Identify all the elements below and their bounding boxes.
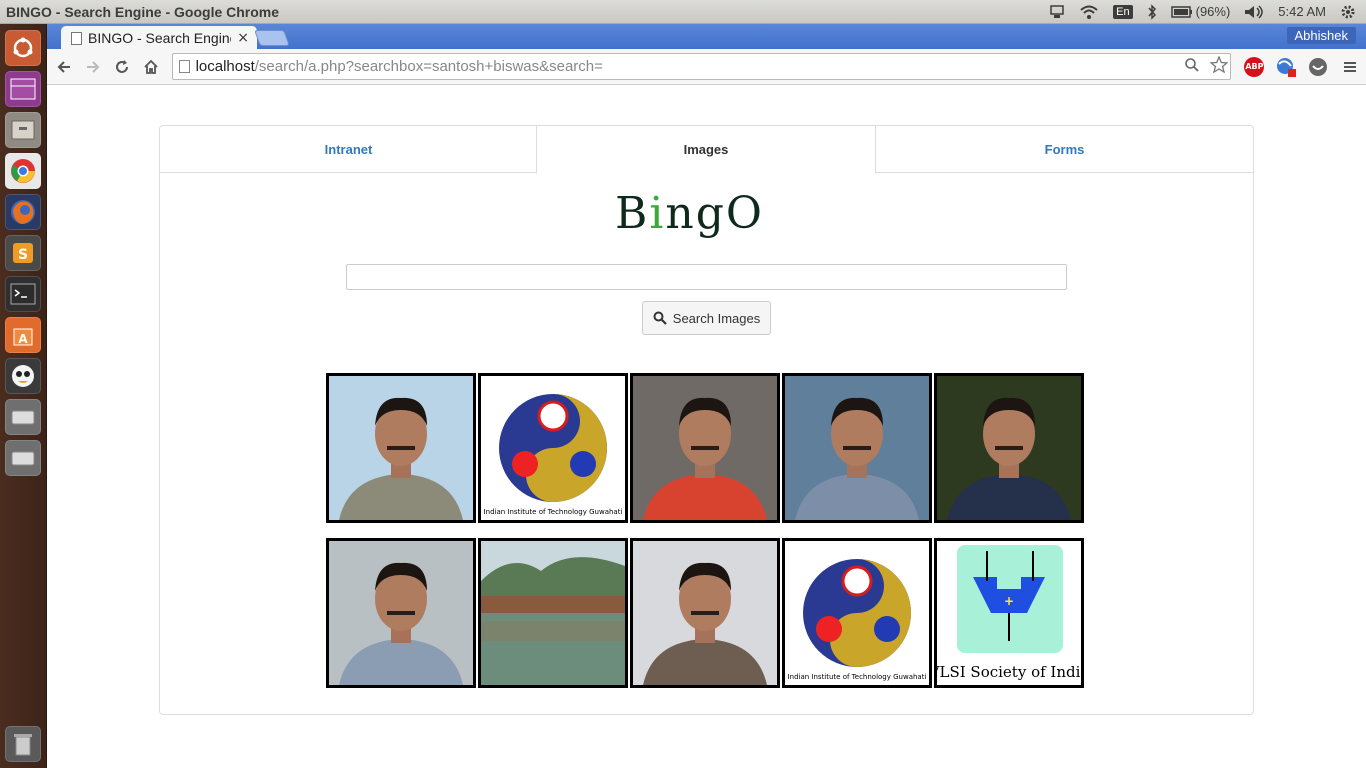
chrome-menu-button[interactable] <box>1334 53 1366 81</box>
image-search-input[interactable] <box>346 264 1067 290</box>
svg-text:Indian Institute of Technology: Indian Institute of Technology Guwahati <box>484 508 623 516</box>
svg-text:A: A <box>18 332 28 346</box>
drive-icon-2[interactable] <box>5 440 41 476</box>
system-top-panel: BINGO - Search Engine - Google Chrome En… <box>0 0 1366 24</box>
software-center-icon[interactable]: A <box>5 317 41 353</box>
browser-tab[interactable]: BINGO - Search Engine × <box>61 26 257 50</box>
drive-icon[interactable] <box>5 399 41 435</box>
search-type-tabs: Intranet Images Forms <box>160 126 1253 174</box>
browser-tab-title: BINGO - Search Engine <box>88 30 232 46</box>
image-result-8[interactable] <box>630 538 780 688</box>
clock[interactable]: 5:42 AM <box>1278 4 1326 19</box>
adblock-plus-icon: ABP <box>1244 56 1265 77</box>
trash-icon[interactable] <box>5 726 41 762</box>
image-result-7[interactable] <box>478 538 628 688</box>
network-manager-icon[interactable] <box>1049 4 1065 19</box>
battery-percent: (96%) <box>1195 4 1231 19</box>
find-in-page-icon[interactable] <box>1184 57 1204 77</box>
back-button[interactable] <box>50 53 79 81</box>
reload-button[interactable] <box>108 53 137 81</box>
image-result-6[interactable] <box>326 538 476 688</box>
svg-text:Indian Institute of Technology: Indian Institute of Technology Guwahati <box>788 673 927 681</box>
adblock-plus-button[interactable]: ABP <box>1239 53 1271 81</box>
wifi-icon[interactable] <box>1079 5 1099 19</box>
ubuntu-dash-icon[interactable] <box>5 30 41 66</box>
hamburger-menu-icon <box>1344 61 1357 72</box>
files-icon[interactable] <box>5 112 41 148</box>
search-images-label: Search Images <box>672 310 761 326</box>
system-monitor-icon[interactable] <box>5 358 41 394</box>
extension-globe-icon <box>1277 57 1297 77</box>
keyboard-layout-indicator[interactable]: En <box>1113 4 1133 19</box>
browser-tab-strip: BINGO - Search Engine × Abhishek <box>47 24 1366 50</box>
battery-indicator[interactable]: (96%) <box>1170 4 1231 19</box>
bookmark-star-icon[interactable] <box>1208 54 1230 78</box>
back-arrow-icon <box>58 60 71 73</box>
profile-button[interactable]: Abhishek <box>1286 27 1356 44</box>
page-info-icon[interactable] <box>178 60 190 73</box>
page-viewport: Intranet Images Forms BingO Search Image… <box>47 85 1366 768</box>
tab-images[interactable]: Images <box>536 126 876 174</box>
address-bar[interactable]: localhost/search/a.php?searchbox=santosh… <box>171 53 1231 80</box>
svg-text:S: S <box>18 247 28 263</box>
home-icon <box>144 59 158 74</box>
system-settings-gear-icon[interactable] <box>1340 4 1356 20</box>
image-result-5[interactable] <box>934 373 1084 523</box>
reload-icon <box>116 59 129 73</box>
search-panel: Intranet Images Forms BingO Search Image… <box>159 125 1254 715</box>
sublime-text-icon[interactable]: S <box>5 235 41 271</box>
url-host: localhost <box>195 58 255 75</box>
firefox-icon[interactable] <box>5 194 41 230</box>
svg-text:VLSI Society of India: VLSI Society of India <box>937 663 1081 681</box>
search-icon <box>653 311 667 325</box>
image-result-4[interactable] <box>782 373 932 523</box>
window-title: BINGO - Search Engine - Google Chrome <box>6 3 280 20</box>
browser-toolbar: localhost/search/a.php?searchbox=santosh… <box>47 49 1366 85</box>
home-button[interactable] <box>137 53 166 81</box>
page-favicon-icon <box>71 31 82 45</box>
chrome-icon[interactable] <box>5 153 41 189</box>
unity-launcher: S A <box>0 24 47 768</box>
address-url: localhost/search/a.php?searchbox=santosh… <box>196 58 1178 75</box>
image-result-1[interactable] <box>326 373 476 523</box>
image-result-10[interactable]: + VLSI Society of India <box>934 538 1084 688</box>
search-images-button[interactable]: Search Images <box>642 301 771 335</box>
terminal-icon[interactable] <box>5 276 41 312</box>
bingo-logo: BingO <box>615 188 764 239</box>
image-result-2[interactable]: Indian Institute of Technology Guwahati <box>478 373 628 523</box>
extension-button[interactable] <box>1270 53 1302 81</box>
url-path: /search/a.php?searchbox=santosh+biswas&s… <box>254 58 603 75</box>
extension-circle-icon <box>1309 57 1328 76</box>
extension-button-2[interactable] <box>1302 53 1334 81</box>
bluetooth-icon[interactable] <box>1147 3 1157 20</box>
forward-button[interactable] <box>79 53 108 81</box>
svg-text:+: + <box>1004 594 1014 608</box>
workspace-switcher-icon[interactable] <box>5 71 41 107</box>
tab-intranet[interactable]: Intranet <box>160 126 537 173</box>
image-result-3[interactable] <box>630 373 780 523</box>
volume-icon[interactable] <box>1244 4 1264 19</box>
forward-arrow-icon <box>87 60 100 73</box>
battery-icon <box>1170 5 1192 18</box>
new-tab-button[interactable] <box>254 30 290 46</box>
image-result-9[interactable]: Indian Institute of Technology Guwahati <box>782 538 932 688</box>
system-tray: En (96%) 5:42 AM <box>1049 3 1366 20</box>
tab-forms[interactable]: Forms <box>876 126 1253 173</box>
tab-close-icon[interactable]: × <box>237 30 249 46</box>
